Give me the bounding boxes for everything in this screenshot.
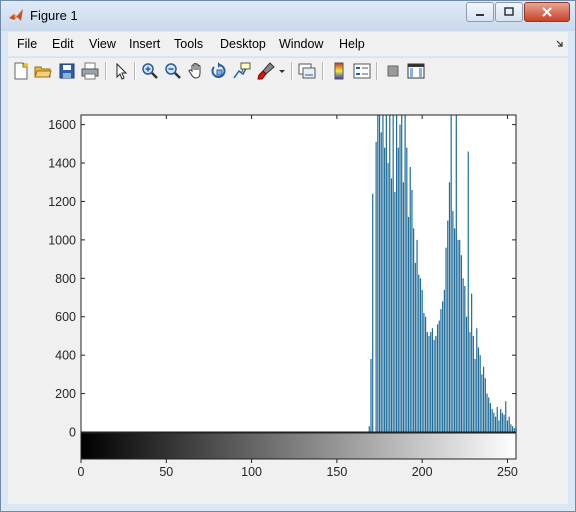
x-tick-label: 0 <box>78 465 85 479</box>
insert-colorbar-icon[interactable] <box>330 62 348 80</box>
menu-edit[interactable]: Edit <box>52 37 74 51</box>
toolbar-separator <box>291 62 293 80</box>
menu-view[interactable]: View <box>89 37 116 51</box>
print-icon[interactable] <box>81 62 99 80</box>
zoom-out-icon[interactable] <box>164 62 182 80</box>
open-file-icon[interactable] <box>34 62 52 80</box>
close-icon <box>542 7 552 17</box>
y-tick-label: 1000 <box>48 233 76 247</box>
edit-plot-arrow-icon[interactable] <box>112 62 130 80</box>
y-tick-label: 200 <box>55 387 76 401</box>
y-tick-label: 1600 <box>48 118 76 132</box>
toolbar-separator <box>376 62 378 80</box>
pan-hand-icon[interactable] <box>187 62 205 80</box>
menu-bar: File Edit View Insert Tools Desktop Wind… <box>8 32 568 56</box>
figure-toolbar <box>8 57 568 85</box>
new-figure-icon[interactable] <box>12 62 30 80</box>
brush-menu-arrow-icon[interactable] <box>278 62 286 80</box>
maximize-icon <box>504 7 514 16</box>
x-tick-label: 100 <box>241 465 262 479</box>
insert-legend-icon[interactable] <box>353 62 371 80</box>
menu-help[interactable]: Help <box>339 37 365 51</box>
minimize-icon <box>476 14 484 16</box>
dock-arrow-icon[interactable] <box>556 40 564 48</box>
brush-icon[interactable] <box>257 62 275 80</box>
show-plot-tools-icon[interactable] <box>407 62 425 80</box>
x-tick-label: 250 <box>497 465 518 479</box>
x-tick-label: 50 <box>159 465 173 479</box>
matlab-logo-icon <box>9 9 23 21</box>
x-tick-label: 200 <box>412 465 433 479</box>
hide-plot-tools-icon[interactable] <box>384 62 402 80</box>
menu-file[interactable]: File <box>17 37 37 51</box>
figure-canvas: 0 200 400 600 800 1000 1200 1400 1600 0 50 100 150 2… <box>8 84 568 504</box>
link-plot-icon[interactable] <box>298 62 316 80</box>
close-button[interactable] <box>524 2 570 22</box>
toolbar-separator <box>134 62 136 80</box>
toolbar-separator <box>105 62 107 80</box>
data-cursor-icon[interactable] <box>233 62 251 80</box>
title-bar[interactable]: Figure 1 <box>1 1 575 31</box>
save-icon[interactable] <box>58 62 76 80</box>
menu-insert[interactable]: Insert <box>129 37 160 51</box>
y-tick-label: 800 <box>55 272 76 286</box>
x-tick-label: 150 <box>326 465 347 479</box>
menu-window[interactable]: Window <box>279 37 323 51</box>
figure-window: Figure 1 File Edit View Insert Tools Des… <box>0 0 576 512</box>
y-tick-label: 600 <box>55 310 76 324</box>
maximize-button[interactable] <box>495 2 523 22</box>
histogram-plot: 0 200 400 600 800 1000 1200 1400 1600 0 50 100 150 2… <box>48 114 518 479</box>
grayscale-colorbar <box>80 432 517 460</box>
y-tick-label: 1400 <box>48 157 76 171</box>
rotate-3d-icon[interactable] <box>210 62 228 80</box>
toolbar-separator <box>322 62 324 80</box>
zoom-in-icon[interactable] <box>141 62 159 80</box>
y-tick-label: 0 <box>69 426 76 440</box>
y-tick-label: 1200 <box>48 195 76 209</box>
menu-tools[interactable]: Tools <box>174 37 203 51</box>
y-tick-label: 400 <box>55 349 76 363</box>
menu-desktop[interactable]: Desktop <box>220 37 266 51</box>
window-title: Figure 1 <box>30 8 78 23</box>
minimize-button[interactable] <box>466 2 494 22</box>
